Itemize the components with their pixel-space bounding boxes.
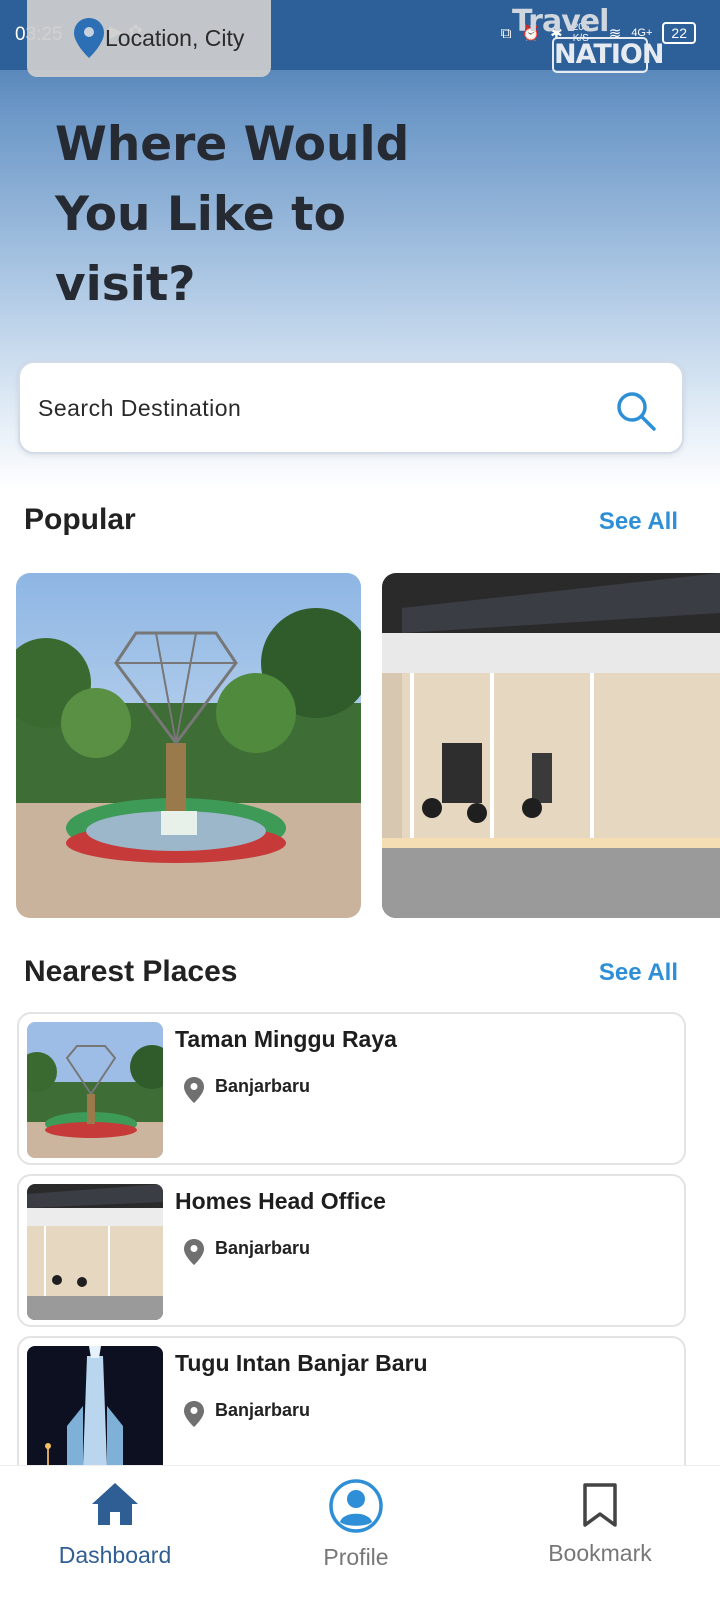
popular-card-office[interactable]: [382, 573, 720, 918]
location-pin-icon: [183, 1238, 205, 1271]
list-item[interactable]: Taman Minggu Raya Banjarbaru: [17, 1012, 686, 1165]
search-bar[interactable]: Search Destination: [18, 361, 684, 454]
location-label: Location, City: [105, 25, 245, 51]
place-thumbnail: [27, 1022, 163, 1158]
office-building-image: [382, 573, 720, 918]
nearest-see-all-link[interactable]: See All: [599, 959, 678, 987]
logo-text-travel: Travel: [512, 4, 609, 39]
headline-line-2: You Like to: [55, 187, 346, 242]
location-pin-icon: [72, 16, 106, 65]
nav-bookmark-label: Bookmark: [548, 1540, 652, 1566]
headline-line-1: Where Would: [55, 117, 410, 172]
logo-text-nation: NATION: [552, 37, 664, 73]
place-city: Banjarbaru: [215, 1400, 311, 1420]
popular-section-title: Popular: [24, 503, 136, 536]
list-item[interactable]: Homes Head Office Banjarbaru: [17, 1174, 686, 1327]
home-icon: [50, 1480, 180, 1530]
profile-icon: [291, 1478, 421, 1534]
headline-line-3: visit?: [55, 257, 196, 312]
search-input[interactable]: Search Destination: [38, 395, 241, 422]
place-name: Homes Head Office: [175, 1188, 386, 1214]
nav-dashboard[interactable]: Dashboard: [50, 1480, 180, 1569]
nav-bookmark[interactable]: Bookmark: [530, 1482, 670, 1567]
place-name: Tugu Intan Banjar Baru: [175, 1350, 428, 1376]
bottom-navigation: Dashboard Profile Bookmark: [0, 1465, 720, 1600]
place-thumbnail: [27, 1346, 163, 1482]
place-city: Banjarbaru: [215, 1238, 311, 1258]
nav-dashboard-label: Dashboard: [58, 1542, 172, 1568]
location-pin-icon: [183, 1076, 205, 1109]
location-pin-icon: [183, 1400, 205, 1433]
page-headline: Where Would You Like to visit?: [55, 110, 475, 320]
place-thumbnail: [27, 1184, 163, 1320]
place-name: Taman Minggu Raya: [175, 1026, 397, 1052]
bookmark-icon: [530, 1482, 670, 1532]
nearest-section-title: Nearest Places: [24, 955, 238, 988]
nav-profile-label: Profile: [323, 1544, 389, 1570]
battery-indicator: 22: [662, 22, 696, 44]
travel-nation-logo: Travel NATION: [508, 4, 664, 73]
search-icon[interactable]: [614, 389, 658, 438]
place-city: Banjarbaru: [215, 1076, 311, 1096]
park-fountain-image: [16, 573, 361, 918]
location-selector[interactable]: Location, City: [27, 0, 271, 77]
nav-profile[interactable]: Profile: [291, 1478, 421, 1571]
popular-see-all-link[interactable]: See All: [599, 508, 678, 536]
popular-card-park[interactable]: [16, 573, 361, 918]
